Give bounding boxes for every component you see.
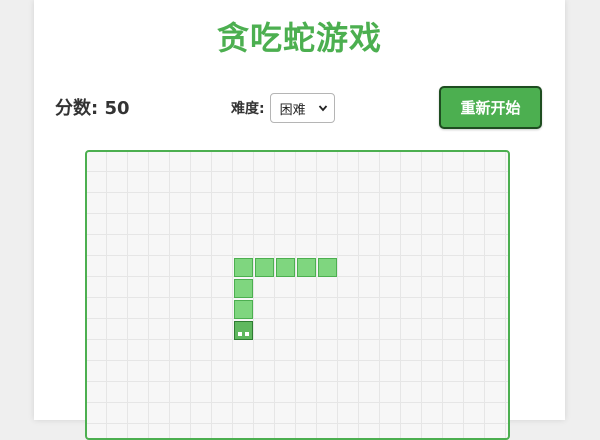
- snake-segment: [234, 258, 253, 277]
- snake-head: [234, 321, 253, 340]
- snake-segment: [234, 279, 253, 298]
- snake-segment: [255, 258, 274, 277]
- snake-eye: [245, 332, 249, 336]
- difficulty-select[interactable]: 困难: [269, 93, 335, 123]
- difficulty-control: 难度: 困难: [231, 93, 335, 123]
- difficulty-selected-value: 困难: [279, 102, 306, 118]
- restart-button[interactable]: 重新开始: [439, 86, 542, 129]
- snake-segment: [234, 300, 253, 319]
- snake-eye: [238, 332, 242, 336]
- score-display: 分数: 50: [55, 98, 130, 119]
- page-title: 贪吃蛇游戏: [216, 19, 382, 57]
- difficulty-label: 难度:: [231, 101, 265, 117]
- snake-segment: [318, 258, 337, 277]
- game-board[interactable]: [85, 150, 510, 440]
- snake-segment: [297, 258, 316, 277]
- game-panel: 贪吃蛇游戏 分数: 50 难度: 困难 重新开始: [34, 0, 565, 440]
- chevron-down-icon: [318, 105, 327, 112]
- snake-segment: [276, 258, 295, 277]
